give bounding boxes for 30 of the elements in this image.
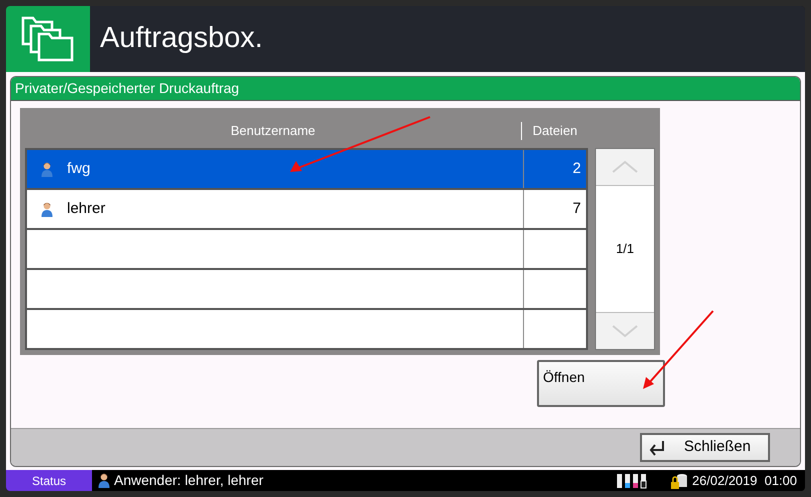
empty-row[interactable] [27,270,586,308]
user-icon [98,473,110,488]
panel-title: Privater/Gespeicherter Druckauftrag [15,79,240,98]
empty-row[interactable] [27,230,586,268]
scroll-down-button[interactable] [596,312,654,349]
window-title: Auftragsbox. [100,21,263,56]
scroll-up-button[interactable] [596,149,654,186]
column-header: Dateien [532,122,578,140]
chevron-down-icon [611,324,639,338]
chevron-up-icon [611,160,639,174]
empty-row[interactable] [27,310,586,348]
return-icon [648,440,666,456]
user-icon [41,202,53,216]
open-button[interactable]: Öffnen [537,360,665,407]
locked-storage-icon [670,472,688,490]
close-button[interactable]: Schließen [640,433,770,462]
page-indicator: 1/1 [616,240,634,258]
table-row[interactable]: fwg 2 [27,150,586,188]
column-header: Benutzername [230,122,316,140]
toner-icon [616,472,648,488]
date-time: 26/02/2019 01:00 [692,472,797,490]
user-name: fwg [67,158,90,179]
user-name: lehrer [67,198,106,219]
folders-icon [20,14,76,64]
user-status: Anwender: lehrer, lehrer [114,471,264,490]
file-count: 7 [572,198,581,219]
table-row[interactable]: lehrer 7 [27,190,586,228]
file-count: 2 [572,158,581,179]
user-icon [41,162,53,176]
status-button[interactable]: Status [6,470,92,491]
